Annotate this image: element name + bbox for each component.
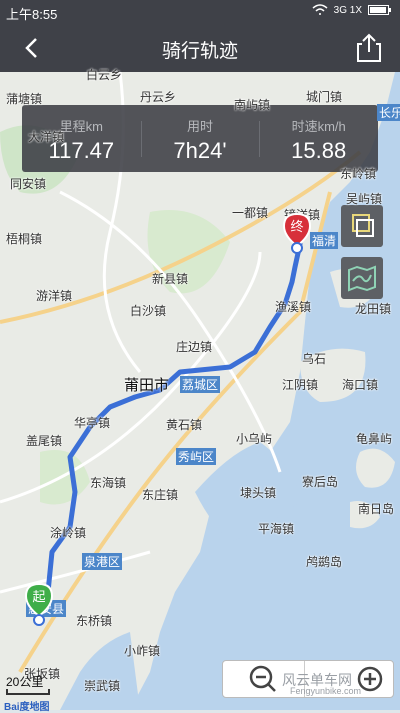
map-label: 吴屿镇 [346,192,383,206]
map-label: 南屿镇 [234,98,271,112]
map-label: 海口镇 [342,378,379,392]
ride-stats-panel: 里程km 117.47 用时 7h24' 时速km/h 15.88 [22,105,378,172]
start-marker-icon[interactable]: 起 [24,582,58,626]
map-icon [348,265,376,292]
zoom-out-icon [250,665,277,692]
map-label: 新县镇 [152,272,189,286]
map-label: 丹云乡 [140,90,177,104]
stat-value: 7h24' [173,138,227,163]
page-title: 骑行轨迹 [161,41,238,62]
map-mode-button[interactable] [341,257,383,299]
map-label: 泉港区 [82,553,123,570]
map-label: 白沙镇 [130,304,167,318]
map-label: 埭头镇 [240,486,277,500]
map-label: 游洋镇 [36,289,73,303]
status-icons: 3G 1X [312,4,392,16]
map-label: 梧桐镇 [6,232,43,246]
status-bar: 上午8:55 3G 1X [0,0,400,24]
map-label: 白云乡 [86,68,123,82]
map-label: 江阴镇 [282,378,319,392]
map-label: 平海镇 [258,522,295,536]
wifi-icon [312,4,328,15]
map-label: 华亭镇 [74,416,111,430]
map-label: 城门镇 [306,90,343,104]
network-label: 3G 1X [333,4,362,16]
layers-icon [352,214,374,237]
share-icon[interactable] [354,32,384,64]
end-marker-label: 终 [290,219,303,235]
map-label: 荔城区 [180,376,221,393]
map-label: 涂岭镇 [50,526,87,540]
map-label: 龙田镇 [355,302,392,316]
map-label: 乌石 [302,352,327,366]
map-label: 东桥镇 [76,614,113,628]
map-label: 长乐 [377,104,400,121]
map-label: 东岭镇 [340,167,377,181]
end-marker-icon[interactable]: 终 [282,212,316,256]
map-label: 东海镇 [90,476,127,490]
start-marker-label: 起 [32,590,45,605]
map-label: 鸬鹚岛 [306,555,343,569]
watermark-url: Fengyunbike.com [290,686,362,696]
map-label: 东庄镇 [142,488,179,502]
map-label: 一都镇 [232,206,269,220]
map-label: 南日岛 [358,502,395,516]
battery-icon [368,5,391,15]
baidu-logo: Bai度地图 [4,702,50,713]
map-label: 小乌屿 [236,432,273,446]
stat-speed: 时速km/h 15.88 [259,105,378,172]
map-label: 寮后岛 [302,475,339,489]
map-label: 盖尾镇 [26,434,63,448]
status-time: 上午8:55 [6,7,58,22]
map-label: 渔溪镇 [275,300,312,314]
map-scale-bar [6,689,50,695]
stat-duration: 用时 7h24' [140,105,260,172]
map-label: 崇武镇 [84,679,121,693]
stat-label: 时速km/h [291,119,346,134]
map-label: 同安镇 [10,177,47,191]
app-bar: 骑行轨迹 [0,24,400,72]
map-label: 小岞镇 [124,644,161,658]
map-label: 庄边镇 [176,340,213,354]
map-label: 莆田市 [124,377,170,394]
map-label: 秀屿区 [176,448,217,465]
map-scale-label: 20公里 [6,675,44,689]
map-label: 黄石镇 [166,418,203,432]
stat-value: 15.88 [291,138,347,163]
layer-toggle-button[interactable] [341,205,383,247]
map-label: 大洋镇 [28,130,65,144]
map-label: 龟鼻屿 [356,432,393,446]
stat-label: 用时 [187,119,214,134]
map-label: 蒲塘镇 [6,92,43,106]
